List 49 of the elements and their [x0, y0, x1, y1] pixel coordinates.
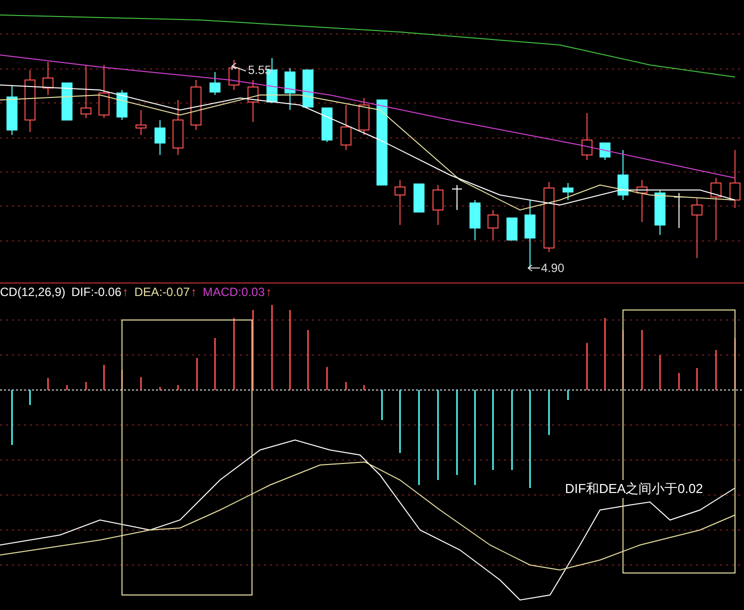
- candlestick: [600, 142, 610, 160]
- candlestick: [524, 200, 536, 268]
- candlestick: [80, 64, 92, 118]
- candlestick: [154, 120, 166, 156]
- candlestick: [284, 68, 296, 110]
- candlestick: [228, 60, 240, 90]
- candlestick: [172, 100, 184, 156]
- candlestick: [414, 184, 424, 212]
- candlestick: [710, 178, 722, 240]
- candlestick: [6, 84, 18, 136]
- arrow-icon: [232, 62, 246, 72]
- candlestick: [730, 150, 740, 208]
- candlestick: [210, 72, 220, 96]
- indicator-value: DIF:-0.06: [71, 284, 122, 300]
- candlestick: [654, 190, 666, 236]
- price-label: 4.90: [541, 261, 564, 275]
- candlestick: [24, 70, 36, 132]
- candlestick: [506, 218, 518, 240]
- candlestick: [544, 182, 554, 252]
- candlestick: [62, 82, 72, 120]
- candlestick: [136, 110, 146, 136]
- candlestick: [394, 180, 406, 226]
- candlestick: [432, 184, 444, 226]
- up-arrow: ↑: [266, 284, 272, 300]
- indicator-value: CD(12,26,9): [0, 284, 66, 300]
- candlestick: [116, 90, 128, 120]
- up-arrow: ↑: [190, 284, 197, 300]
- arrow-icon: [528, 264, 540, 272]
- candlestick: [190, 80, 202, 130]
- price-label: 5.55: [248, 63, 272, 77]
- candlestick: [636, 180, 648, 222]
- candlestick: [98, 64, 110, 118]
- up-arrow: ↑: [122, 284, 128, 300]
- candlestick: [692, 198, 702, 258]
- candlestick: [618, 150, 628, 200]
- candlestick: [302, 70, 314, 108]
- candlestick: [452, 184, 462, 210]
- annotation-text: DIF和DEA之间小于0.02: [565, 480, 703, 498]
- indicator-value: MACD:0.03: [202, 284, 265, 300]
- candlestick: [470, 200, 480, 240]
- candlestick: [248, 80, 258, 122]
- candlestick: [340, 104, 352, 150]
- candlestick: [358, 98, 370, 136]
- candlestick: [488, 210, 498, 240]
- candlestick: [42, 62, 54, 96]
- indicator-value: DEA:-0.07: [134, 284, 190, 300]
- candlestick: [322, 108, 332, 142]
- candlestick: [562, 182, 574, 200]
- candlestick: [582, 112, 592, 160]
